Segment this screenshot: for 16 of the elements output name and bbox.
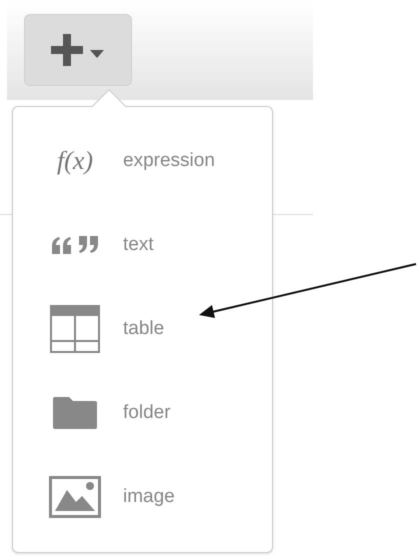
menu-item-label: text bbox=[123, 232, 154, 257]
menu-item-label: folder bbox=[123, 400, 171, 425]
menu-item[interactable]: folder bbox=[13, 371, 272, 455]
image-icon bbox=[49, 476, 101, 518]
quote-icon bbox=[50, 236, 100, 254]
menu-item[interactable]: text bbox=[13, 203, 272, 287]
menu-item-label: table bbox=[123, 316, 164, 341]
menu-item[interactable]: image bbox=[13, 455, 272, 539]
menu-item[interactable]: table bbox=[13, 287, 272, 371]
menu-item-label: expression bbox=[123, 148, 215, 173]
menu-item-label: image bbox=[123, 484, 175, 509]
add-button[interactable] bbox=[24, 14, 132, 86]
menu-item[interactable]: f(x) expression bbox=[13, 119, 272, 203]
folder-icon bbox=[52, 396, 98, 430]
table-icon bbox=[50, 305, 100, 353]
function-icon: f(x) bbox=[56, 148, 94, 174]
